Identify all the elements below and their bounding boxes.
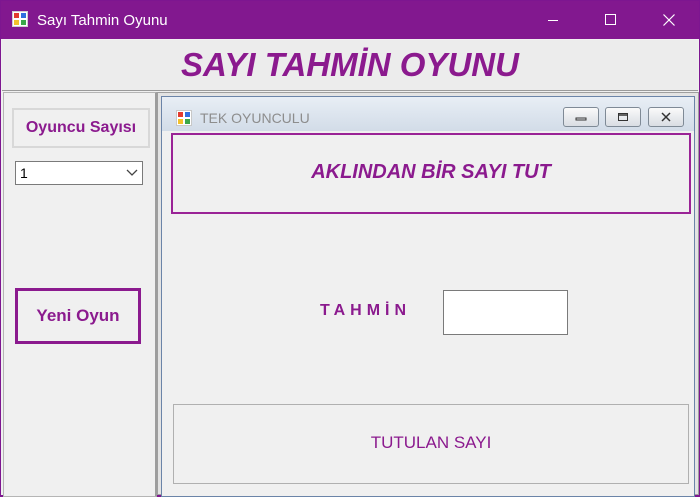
new-game-button[interactable]: Yeni Oyun bbox=[15, 288, 141, 344]
banner-panel: AKLINDAN BİR SAYI TUT bbox=[171, 133, 691, 214]
secret-number-label: TUTULAN SAYI bbox=[370, 433, 492, 452]
restore-icon bbox=[618, 113, 628, 121]
minimize-icon bbox=[548, 20, 558, 21]
close-icon bbox=[661, 112, 671, 122]
child-window-title: TEK OYUNCULU bbox=[200, 110, 310, 126]
instruction-text: AKLINDAN BİR SAYI TUT bbox=[311, 161, 551, 183]
title-bar[interactable]: Sayı Tahmin Oyunu bbox=[1, 1, 699, 39]
main-window: Sayı Tahmin Oyunu SAYI TAHMİN OYUNU Oyun… bbox=[0, 0, 700, 497]
child-minimize-button[interactable] bbox=[563, 107, 599, 127]
minimize-button[interactable] bbox=[530, 1, 576, 39]
maximize-button[interactable] bbox=[588, 1, 634, 39]
player-count-value: 1 bbox=[20, 165, 28, 181]
page-title: SAYI TAHMİN OYUNU bbox=[181, 46, 519, 83]
child-restore-button[interactable] bbox=[605, 107, 641, 127]
player-count-select[interactable]: 1 bbox=[15, 161, 143, 185]
close-icon bbox=[663, 14, 675, 26]
child-form-icon bbox=[176, 110, 192, 126]
window-title: Sayı Tahmin Oyunu bbox=[37, 12, 168, 29]
header-panel: SAYI TAHMİN OYUNU bbox=[2, 40, 698, 91]
guess-input[interactable] bbox=[443, 290, 568, 335]
minimize-icon bbox=[575, 117, 587, 121]
child-title-bar[interactable]: TEK OYUNCULU bbox=[162, 97, 694, 131]
chevron-down-icon[interactable] bbox=[126, 169, 138, 177]
single-player-window: TEK OYUNCULU AKLINDAN BİR SAYI TUT TAHMİ… bbox=[161, 96, 695, 497]
secret-number-panel: TUTULAN SAYI bbox=[173, 404, 689, 484]
guess-label: TAHMİN bbox=[320, 302, 412, 319]
app-form-icon bbox=[12, 11, 28, 27]
maximize-icon bbox=[605, 14, 616, 25]
player-count-label: Oyuncu Sayısı bbox=[12, 108, 150, 148]
left-panel: Oyuncu Sayısı 1 Yeni Oyun bbox=[3, 92, 157, 497]
close-button[interactable] bbox=[646, 1, 692, 39]
child-close-button[interactable] bbox=[648, 107, 684, 127]
